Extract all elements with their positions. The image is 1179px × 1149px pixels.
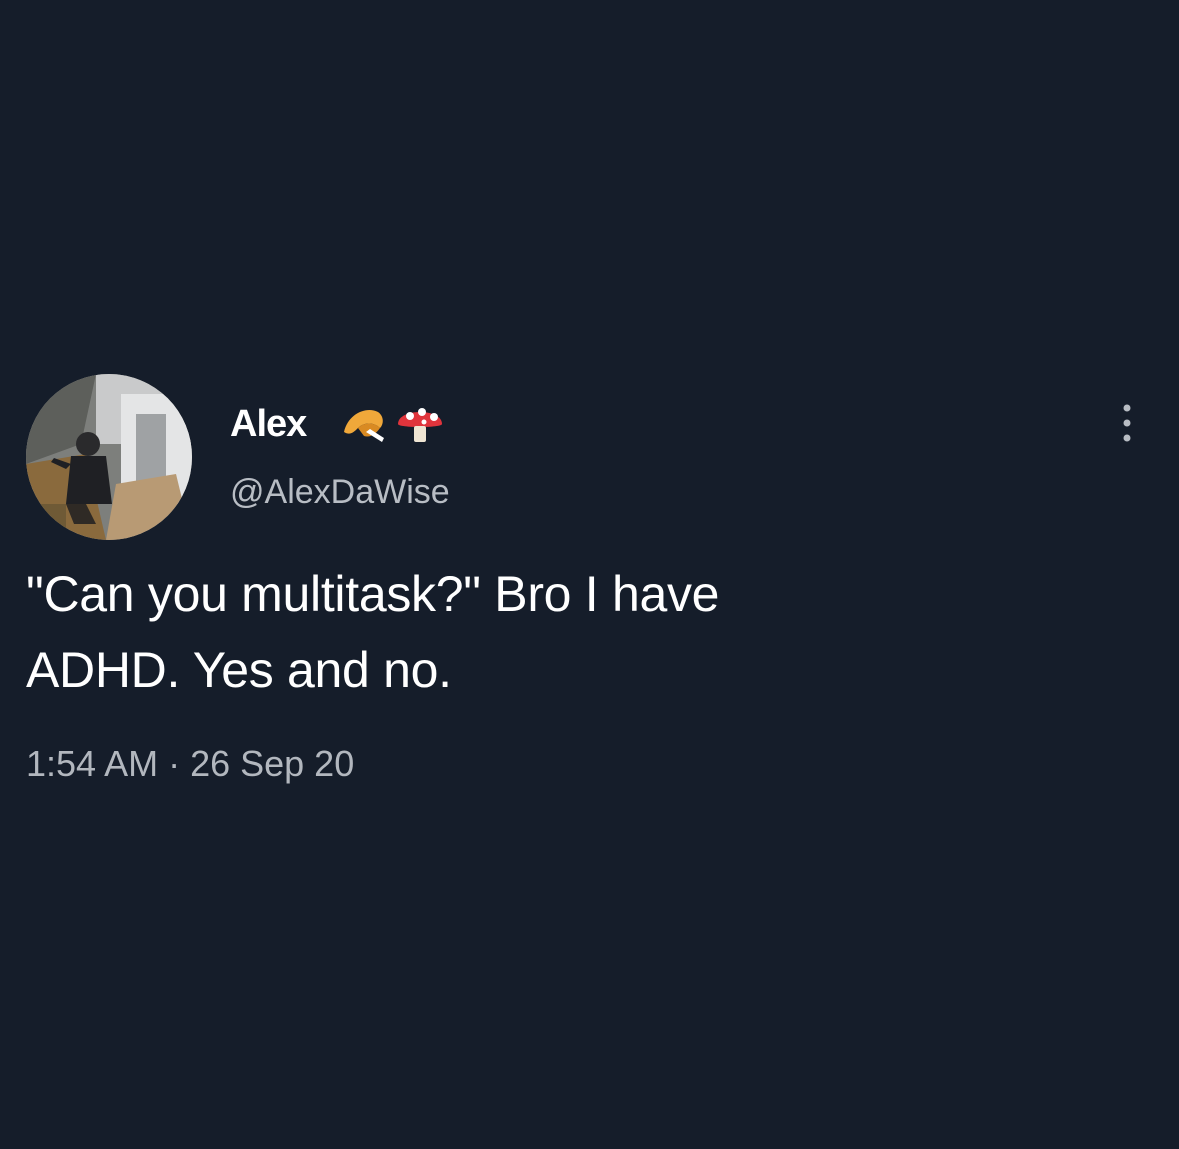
display-name[interactable]: Alex [230,400,307,448]
tweet-text-line-2: ADHD. Yes and no. [26,642,452,698]
avatar-photo [26,374,192,540]
tweet-card: Alex @AlexDaWise "Can you multitask?" Br… [0,0,1179,1149]
more-options-icon[interactable] [1112,400,1142,446]
tweet-text: "Can you multitask?" Bro I have ADHD. Ye… [26,556,1146,708]
fortune-cookie-emoji [344,410,384,442]
avatar[interactable] [26,374,192,540]
user-handle[interactable]: @AlexDaWise [230,470,450,514]
tweet-text-line-1: "Can you multitask?" Bro I have [26,566,720,622]
mushroom-emoji [398,408,442,442]
name-emojis [344,408,442,442]
tweet-timestamp[interactable]: 1:54 AM · 26 Sep 20 [26,740,354,788]
